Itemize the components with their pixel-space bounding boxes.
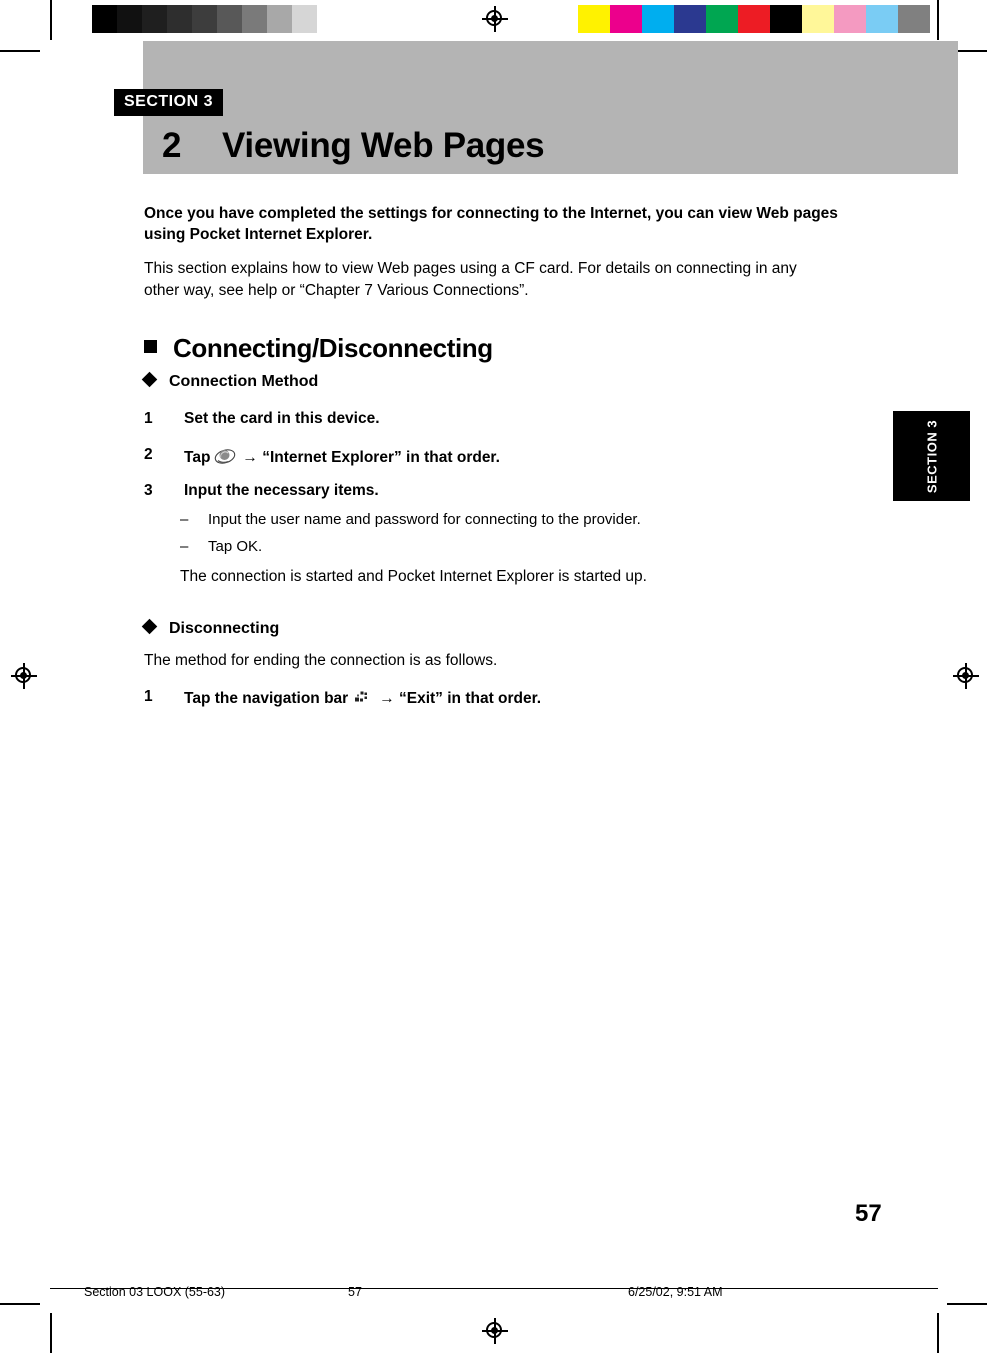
step-1-text: Set the card in this device. — [184, 410, 380, 427]
step-3-number: 3 — [144, 482, 153, 499]
registration-mark-right — [953, 663, 979, 689]
substep-1-dash: – — [180, 511, 189, 528]
after-steps-note: The connection is started and Pocket Int… — [180, 568, 647, 585]
calibration-strip-color — [578, 5, 930, 33]
crop-mark-bottom-right-v — [937, 1313, 939, 1353]
disconnect-step-1: 1 Tap the navigation bar → “Exit” in that… — [144, 688, 904, 712]
diamond-bullet-icon-2 — [141, 618, 158, 635]
footer-page-number: 57 — [348, 1285, 362, 1299]
step-2: 2 Tap → “Internet Explorer” in that order… — [144, 446, 844, 470]
step-2-text: Tap → “Internet Explorer” in that order. — [184, 446, 500, 467]
side-tab-label: SECTION 3 — [924, 419, 939, 494]
subheading-disconnecting: Disconnecting — [141, 618, 280, 638]
lead-paragraph: Once you have completed the settings for… — [144, 205, 838, 243]
substep-2-text: Tap OK. — [208, 538, 263, 555]
subheading-disconnecting-label: Disconnecting — [169, 620, 280, 637]
chapter-number: 2 — [162, 126, 181, 165]
crop-mark-top-left-h — [0, 50, 40, 52]
substep-1: – Input the user name and password for c… — [180, 511, 820, 531]
disconnect-step-1-text-before: Tap the navigation bar — [184, 690, 349, 707]
subheading-connection-method: Connection Method — [141, 371, 319, 391]
step-3-text: Input the necessary items. — [184, 482, 379, 499]
chapter-title: Viewing Web Pages — [222, 126, 545, 165]
side-tab: SECTION 3 — [893, 411, 970, 501]
heading-connecting-disconnecting: Connecting/Disconnecting — [144, 333, 493, 364]
step-3: 3 Input the necessary items. — [144, 482, 744, 502]
footer-timestamp: 6/25/02, 9:51 AM — [628, 1285, 723, 1299]
heading-connecting-label: Connecting/Disconnecting — [173, 333, 493, 363]
intro-paragraph: This section explains how to view Web pa… — [144, 260, 797, 299]
registration-mark-top — [482, 6, 508, 32]
subheading-connection-method-label: Connection Method — [169, 373, 319, 390]
crop-mark-bottom-left-h — [0, 1303, 40, 1305]
internet-explorer-icon — [214, 446, 236, 466]
footer-file-name: Section 03 LOOX (55-63) — [84, 1285, 226, 1299]
section-tag: SECTION 3 — [114, 89, 223, 116]
crop-mark-bottom-right-h — [947, 1303, 987, 1305]
registration-mark-bottom — [482, 1318, 508, 1344]
crop-mark-top-left-v — [50, 0, 52, 40]
disconnect-step-1-text: Tap the navigation bar → “Exit” in that o… — [184, 688, 541, 708]
page-number: 57 — [855, 1200, 882, 1227]
calibration-strip-grayscale — [92, 5, 342, 33]
diamond-bullet-icon — [141, 371, 158, 388]
step-1-number: 1 — [144, 410, 153, 427]
disconnect-step-1-number: 1 — [144, 688, 153, 705]
disconnect-step-1-text-after: → “Exit” in that order. — [379, 690, 542, 707]
step-2-text-after: → “Internet Explorer” in that order. — [242, 449, 500, 466]
substep-2: – Tap OK. — [180, 538, 820, 558]
step-1: 1 Set the card in this device. — [144, 410, 744, 430]
step-2-number: 2 — [144, 446, 153, 463]
navigation-bar-icon — [352, 688, 374, 706]
crop-mark-bottom-left-v — [50, 1313, 52, 1353]
square-bullet-icon — [144, 340, 157, 353]
substep-1-text: Input the user name and password for con… — [208, 511, 641, 528]
crop-mark-top-right-v — [937, 0, 939, 40]
disconnecting-intro: The method for ending the connection is … — [144, 652, 498, 669]
registration-mark-left — [11, 663, 37, 689]
step-2-text-before: Tap — [184, 449, 211, 466]
substep-2-dash: – — [180, 538, 189, 555]
